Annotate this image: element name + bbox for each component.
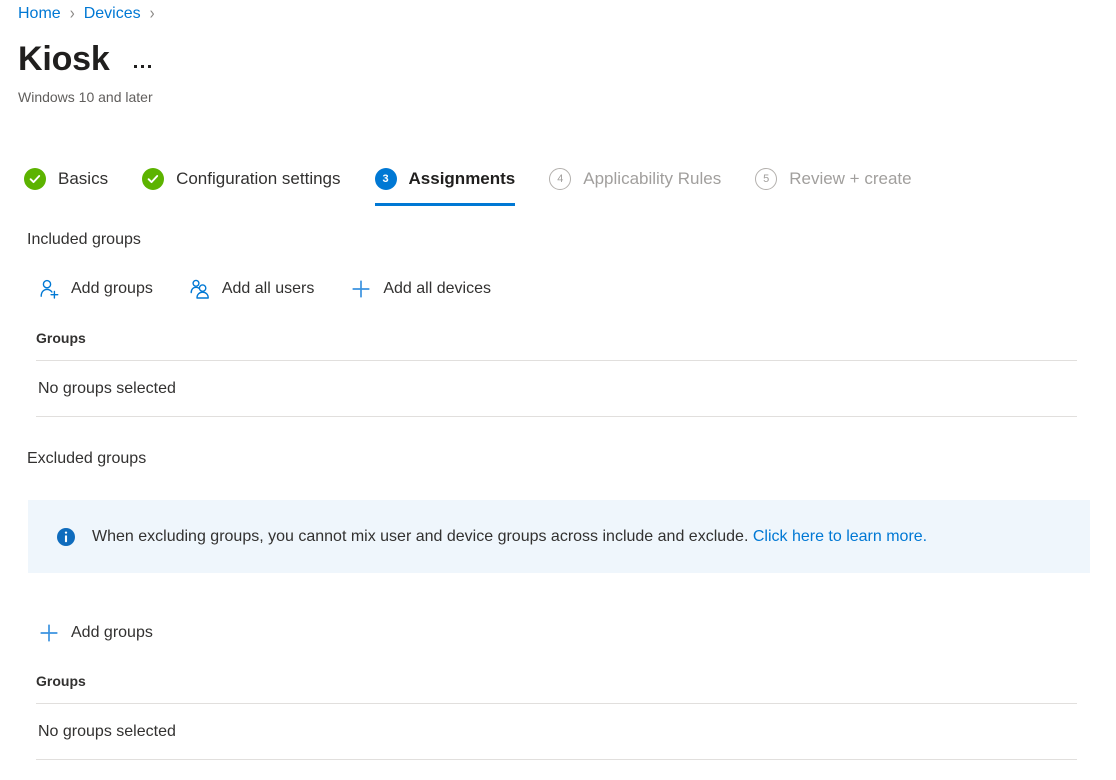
breadcrumb-item-devices[interactable]: Devices — [84, 2, 141, 26]
page-title: Kiosk — [18, 38, 110, 80]
plus-icon — [348, 276, 374, 302]
add-groups-button[interactable]: Add groups — [36, 273, 153, 305]
info-icon — [56, 527, 76, 547]
tab-label: Configuration settings — [176, 168, 340, 190]
excluded-groups-label: Excluded groups — [27, 448, 146, 470]
check-circle-icon — [142, 168, 164, 190]
tab-label: Assignments — [409, 168, 516, 190]
more-actions-icon[interactable] — [132, 61, 153, 72]
ellipsis-dot — [141, 65, 144, 68]
plus-icon — [36, 620, 62, 646]
table-row: No groups selected — [36, 704, 1077, 760]
ellipsis-dot — [148, 65, 151, 68]
info-banner: When excluding groups, you cannot mix us… — [28, 500, 1090, 573]
command-label: Add groups — [71, 622, 153, 644]
info-banner-text: When excluding groups, you cannot mix us… — [92, 526, 927, 548]
included-groups-table: Groups No groups selected — [36, 328, 1077, 417]
ellipsis-dot — [134, 65, 137, 68]
tab-review-create[interactable]: 5 Review + create — [755, 160, 911, 202]
check-circle-icon — [24, 168, 46, 190]
step-number-badge: 5 — [755, 168, 777, 190]
command-label: Add all devices — [383, 278, 491, 300]
table-column-header-groups: Groups — [36, 328, 1077, 360]
add-user-icon — [36, 276, 62, 302]
info-banner-message: When excluding groups, you cannot mix us… — [92, 528, 753, 545]
learn-more-link[interactable]: Click here to learn more. — [753, 528, 927, 545]
excluded-groups-table: Groups No groups selected — [36, 671, 1077, 760]
add-all-devices-button[interactable]: Add all devices — [348, 273, 491, 305]
table-row: No groups selected — [36, 361, 1077, 417]
breadcrumb-item-home[interactable]: Home — [18, 2, 61, 26]
wizard-steps: Basics Configuration settings 3 Assignme… — [24, 160, 946, 206]
tab-label: Applicability Rules — [583, 168, 721, 190]
tab-label: Basics — [58, 168, 108, 190]
command-label: Add groups — [71, 278, 153, 300]
included-groups-command-bar: Add groups Add all users Add all devices — [36, 273, 491, 305]
excluded-groups-command-bar: Add groups — [36, 617, 153, 649]
tab-label: Review + create — [789, 168, 911, 190]
breadcrumb: Home › Devices › — [18, 2, 164, 26]
tab-assignments[interactable]: 3 Assignments — [375, 160, 516, 202]
included-groups-label: Included groups — [27, 229, 141, 251]
table-column-header-groups: Groups — [36, 671, 1077, 703]
page-subtitle: Windows 10 and later — [18, 87, 153, 107]
add-all-users-button[interactable]: Add all users — [187, 273, 315, 305]
chevron-right-icon: › — [70, 0, 75, 28]
add-groups-button-excluded[interactable]: Add groups — [36, 617, 153, 649]
command-label: Add all users — [222, 278, 315, 300]
step-number-badge: 3 — [375, 168, 397, 190]
people-icon — [187, 276, 213, 302]
tab-configuration-settings[interactable]: Configuration settings — [142, 160, 340, 202]
tab-applicability-rules[interactable]: 4 Applicability Rules — [549, 160, 721, 202]
tab-basics[interactable]: Basics — [24, 160, 108, 202]
page-header: Kiosk — [18, 38, 153, 80]
step-number-badge: 4 — [549, 168, 571, 190]
chevron-right-icon: › — [150, 0, 155, 28]
